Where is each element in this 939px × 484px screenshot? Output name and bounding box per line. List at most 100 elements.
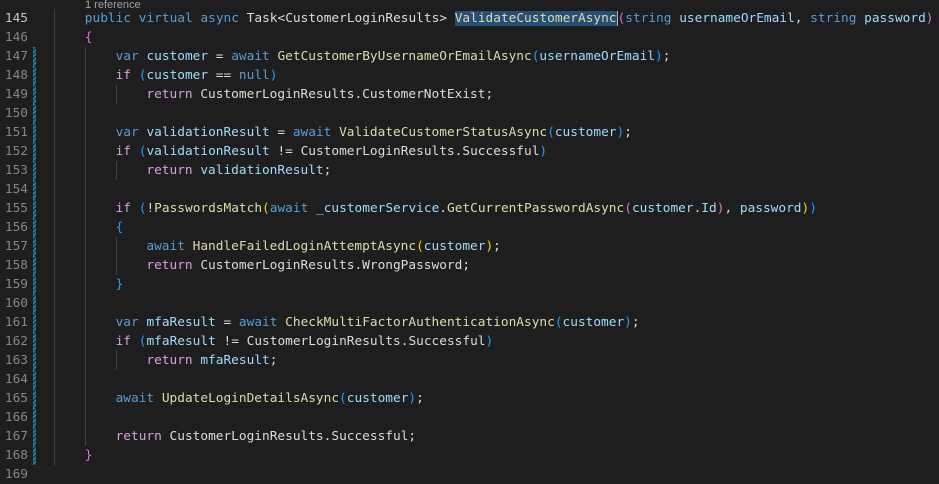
line-code: var mfaResult = await CheckMultiFactorAu… (54, 312, 640, 332)
line-code: var customer = await GetCustomerByUserna… (54, 46, 671, 66)
code-token: ; (493, 238, 501, 254)
change-marker[interactable] (33, 293, 36, 313)
line-number: 160 (4, 295, 28, 311)
code-line[interactable]: 158 return CustomerLoginResults.WrongPass… (0, 255, 939, 275)
line-number: 159 (4, 276, 28, 292)
code-line[interactable]: 154 (0, 179, 939, 199)
code-token: password (739, 200, 802, 216)
code-line[interactable]: 161 var mfaResult = await CheckMultiFacto… (0, 312, 939, 332)
change-marker[interactable] (33, 141, 36, 161)
code-token: != (215, 333, 247, 349)
code-token: ) (809, 200, 817, 216)
indent-guide (54, 179, 85, 199)
line-number: 145 (4, 10, 28, 26)
code-line[interactable]: 168} (0, 445, 939, 465)
code-token: return (146, 162, 193, 178)
change-marker[interactable] (33, 274, 36, 294)
code-line[interactable]: 148 if (customer == null) (0, 65, 939, 85)
code-token: ) (655, 48, 663, 64)
line-code: return CustomerLoginResults.Successful; (54, 426, 416, 446)
change-marker[interactable] (33, 160, 36, 180)
code-line[interactable]: 155 if (!PasswordsMatch(await _customerSe… (0, 198, 939, 218)
code-token: , (794, 10, 811, 26)
change-marker[interactable] (33, 445, 36, 465)
code-token: validationResult (200, 162, 324, 178)
code-token: ; (662, 48, 671, 64)
line-number: 164 (4, 371, 28, 387)
code-token: customer (346, 390, 409, 406)
code-token: . (439, 200, 448, 216)
code-line[interactable]: 147 var customer = await GetCustomerByUse… (0, 46, 939, 66)
indent-guide (54, 236, 85, 256)
change-marker[interactable] (33, 122, 36, 142)
code-token: . (354, 86, 363, 102)
code-line[interactable]: 151 var validationResult = await Validate… (0, 122, 939, 142)
change-marker[interactable] (33, 350, 36, 370)
code-token: Task (246, 10, 278, 26)
line-code (54, 407, 116, 427)
change-marker[interactable] (33, 426, 36, 446)
codelens-references[interactable]: 1 reference (85, 0, 141, 11)
code-token: return (146, 257, 193, 273)
code-editor[interactable]: 1 reference 145 public virtual async Task… (0, 0, 939, 482)
code-line[interactable]: 157 await HandleFailedLoginAttemptAsync(c… (0, 236, 939, 256)
code-token: mfaResult (200, 352, 270, 368)
code-line[interactable]: 156 { (0, 217, 939, 237)
code-line[interactable]: 167 return CustomerLoginResults.Successfu… (0, 426, 939, 446)
code-token: usernameOrEmail (679, 10, 795, 26)
code-token: ; (631, 314, 640, 330)
indent-guide (54, 293, 85, 313)
code-line[interactable]: 163 return mfaResult; (0, 350, 939, 370)
code-token: await (269, 200, 309, 216)
code-line[interactable]: 146 { (0, 27, 939, 47)
line-number: 153 (4, 162, 28, 178)
code-line[interactable]: 145 public virtual async Task<CustomerLog… (0, 8, 939, 28)
code-token: ) (269, 67, 278, 83)
code-line[interactable]: 159} (0, 274, 939, 294)
change-marker[interactable] (33, 255, 36, 275)
indent-guide (54, 331, 85, 351)
code-line[interactable]: 165 await UpdateLoginDetailsAsync(custome… (0, 388, 939, 408)
change-marker[interactable] (33, 388, 36, 408)
change-marker[interactable] (33, 331, 36, 351)
code-line[interactable]: 152 if (validationResult != CustomerLogin… (0, 141, 939, 161)
change-marker[interactable] (33, 236, 36, 256)
code-token: { (84, 29, 93, 45)
change-marker[interactable] (33, 46, 36, 66)
code-line[interactable]: 166 (0, 407, 939, 427)
code-token: ; (624, 124, 632, 140)
line-code: return CustomerLoginResults.WrongPasswor… (54, 255, 470, 275)
code-line[interactable]: 164 (0, 369, 939, 389)
change-marker[interactable] (33, 65, 36, 85)
line-code: { (54, 217, 123, 237)
code-token: customer (562, 314, 625, 330)
change-marker[interactable] (33, 103, 36, 123)
code-token: string (810, 10, 857, 26)
code-token: string (625, 10, 672, 26)
change-marker[interactable] (33, 84, 36, 104)
change-marker[interactable] (33, 179, 36, 199)
indent-guide (84, 198, 116, 218)
line-code: await HandleFailedLoginAttemptAsync(cust… (54, 236, 501, 256)
change-marker[interactable] (33, 407, 36, 427)
indent-guide (84, 369, 116, 389)
change-marker[interactable] (33, 217, 36, 237)
code-line[interactable]: 162 if (mfaResult != CustomerLoginResults… (0, 331, 939, 351)
line-code: } (54, 274, 123, 294)
change-marker[interactable] (33, 312, 36, 332)
code-token: HandleFailedLoginAttemptAsync (192, 238, 417, 254)
change-marker[interactable] (33, 198, 36, 218)
code-token: ) (408, 390, 417, 406)
code-line[interactable]: 150 (0, 103, 939, 123)
code-token: ( (416, 238, 424, 254)
code-token: CustomerLoginResults (169, 428, 324, 444)
code-line[interactable]: 149 return CustomerLoginResults.CustomerN… (0, 84, 939, 104)
change-marker[interactable] (33, 369, 36, 389)
code-line[interactable]: 169 (0, 465, 939, 484)
indent-guide (54, 312, 85, 332)
code-line[interactable]: 153 return validationResult; (0, 160, 939, 180)
code-line[interactable]: 160 (0, 293, 939, 313)
indent-guide (84, 331, 116, 351)
code-token: if (115, 67, 132, 83)
